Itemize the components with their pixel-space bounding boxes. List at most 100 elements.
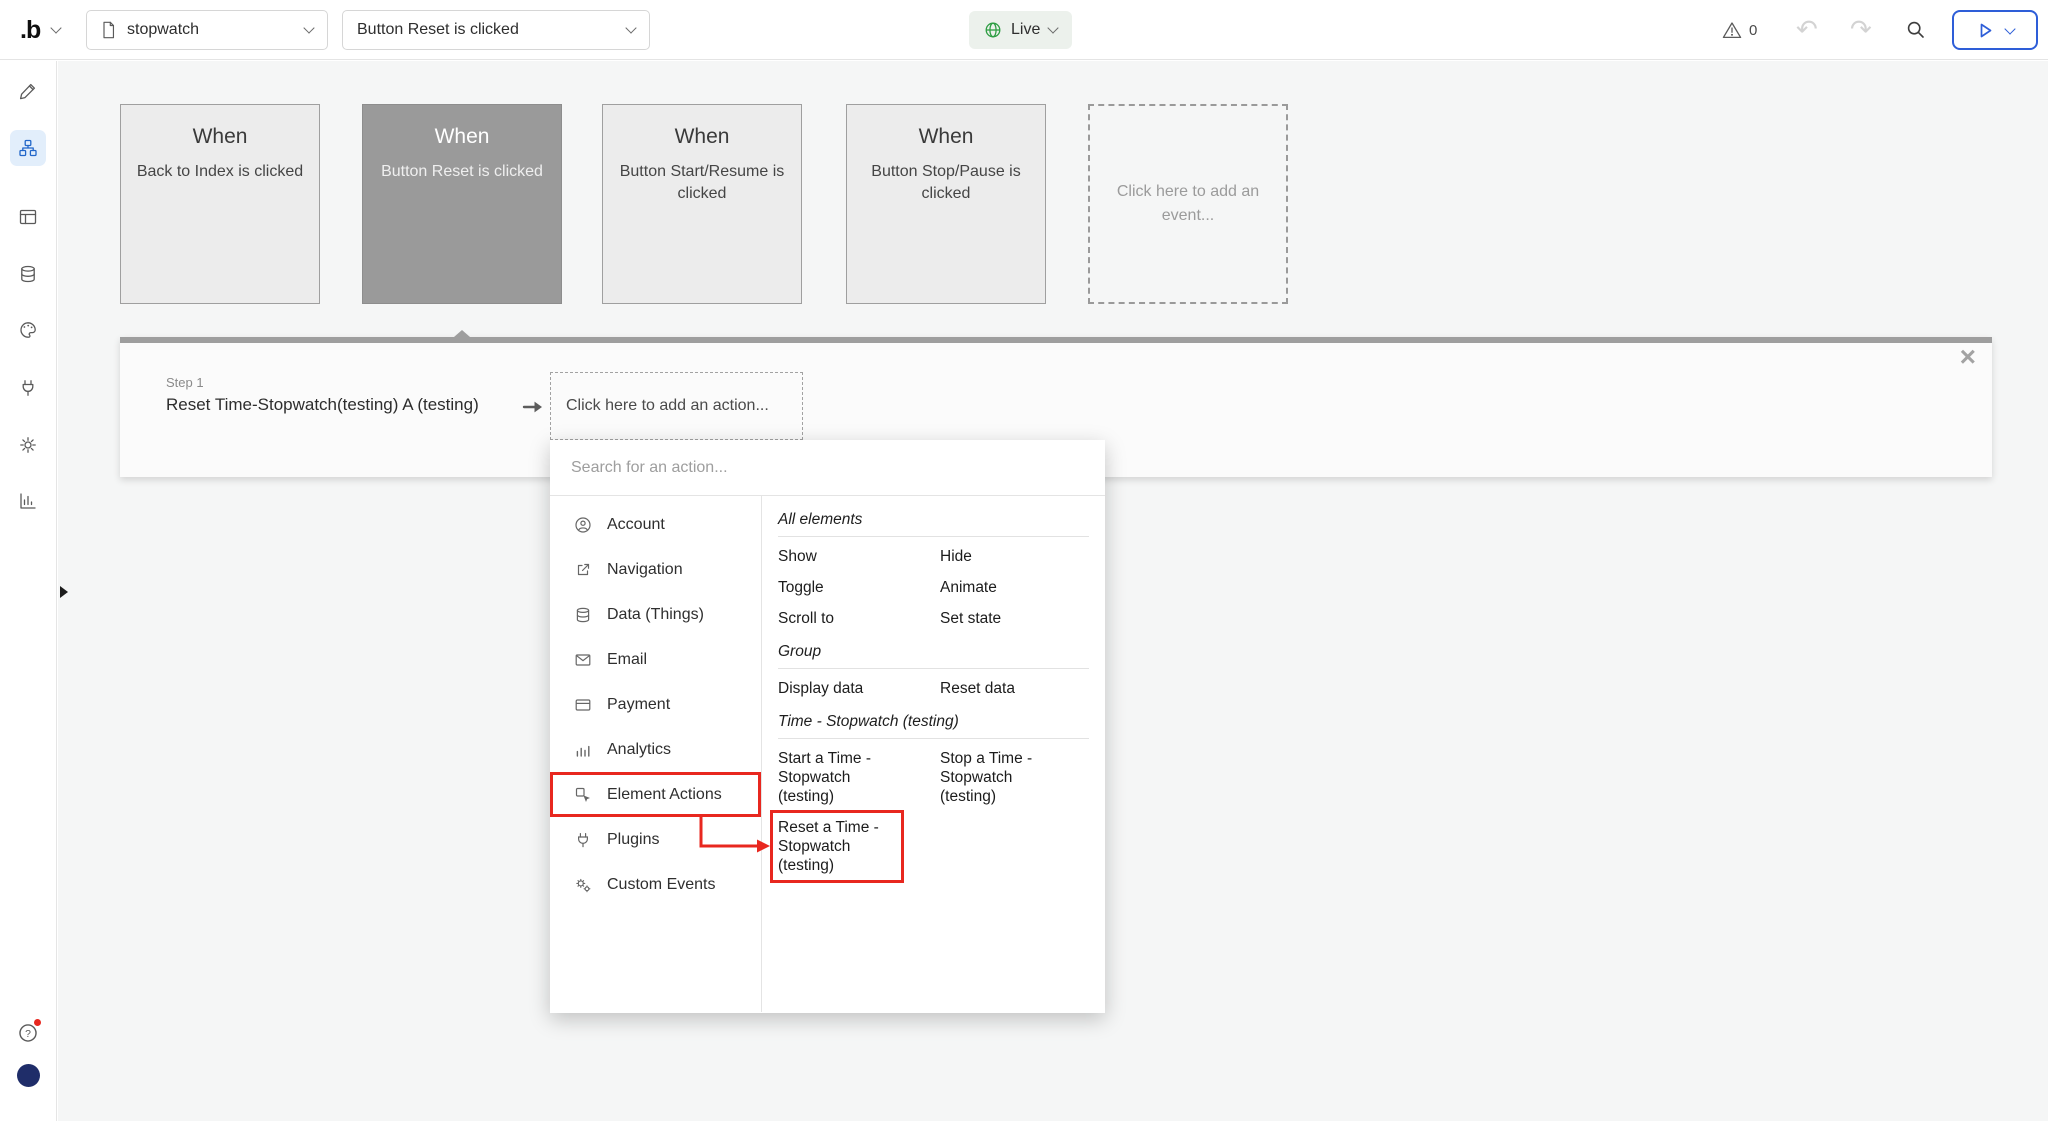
- email-icon: [574, 651, 592, 669]
- layout-icon: [18, 207, 38, 227]
- arrow-right-icon: [522, 399, 546, 415]
- action-item-reset-stopwatch[interactable]: Reset a Time - Stopwatch (testing): [778, 818, 896, 875]
- section-header: All elements: [778, 510, 1089, 537]
- action-item-stop-stopwatch[interactable]: Stop a Time - Stopwatch (testing): [940, 749, 1058, 806]
- version-live-selector[interactable]: Live: [969, 11, 1072, 49]
- gear-icon: [18, 435, 38, 455]
- action-item-reset-data[interactable]: Reset data: [940, 679, 1058, 698]
- annotation-arrow: [697, 814, 775, 856]
- chevron-down-icon: [1048, 22, 1059, 33]
- category-label: Payment: [607, 696, 670, 714]
- sidebar-item-logs[interactable]: [10, 483, 46, 519]
- sidebar-item-components[interactable]: [10, 199, 46, 235]
- sidebar-item-styles[interactable]: [10, 312, 46, 348]
- action-item-set-state[interactable]: Set state: [940, 609, 1058, 628]
- workflow-selector-value: Button Reset is clicked: [357, 21, 519, 39]
- play-icon: [1976, 21, 1995, 40]
- redo-button[interactable]: ↷: [1850, 0, 1872, 60]
- undo-button[interactable]: ↶: [1796, 0, 1818, 60]
- section-group: Group Display data Reset data: [778, 642, 1089, 712]
- event-card-title: When: [603, 105, 801, 149]
- warning-icon: [1722, 21, 1742, 39]
- bubble-logo-menu[interactable]: .b: [20, 0, 60, 60]
- palette-icon: [18, 320, 38, 340]
- add-event-label: Click here to add an event...: [1106, 180, 1270, 228]
- event-card-title: When: [847, 105, 1045, 149]
- action-category-data-things[interactable]: Data (Things): [550, 592, 761, 637]
- plug-icon: [574, 831, 592, 849]
- avatar[interactable]: [17, 1064, 40, 1087]
- category-label: Plugins: [607, 831, 659, 849]
- action-category-navigation[interactable]: Navigation: [550, 547, 761, 592]
- section-header: Group: [778, 642, 1089, 669]
- workflow-event-selector[interactable]: Button Reset is clicked: [342, 10, 650, 50]
- action-item-start-stopwatch[interactable]: Start a Time - Stopwatch (testing): [778, 749, 896, 806]
- sidebar-item-data[interactable]: [10, 256, 46, 292]
- action-item-toggle[interactable]: Toggle: [778, 578, 896, 597]
- event-card-subtitle: Button Reset is clicked: [363, 161, 561, 183]
- element-actions-icon: [574, 786, 592, 804]
- left-sidebar: ?: [0, 61, 57, 1121]
- category-label: Analytics: [607, 741, 671, 759]
- navigation-icon: [574, 561, 592, 579]
- action-category-payment[interactable]: Payment: [550, 682, 761, 727]
- add-action-box[interactable]: Click here to add an action...: [550, 372, 803, 440]
- action-picker-menu: Account Navigation Data (Things) Email P: [550, 440, 1105, 1013]
- page-selector-value: stopwatch: [127, 21, 199, 39]
- category-label: Element Actions: [607, 786, 722, 804]
- action-item-show[interactable]: Show: [778, 547, 896, 566]
- category-label: Data (Things): [607, 606, 704, 624]
- issues-count: 0: [1749, 22, 1757, 39]
- event-card[interactable]: When Button Stop/Pause is clicked: [846, 104, 1046, 304]
- action-category-custom-events[interactable]: Custom Events: [550, 862, 761, 907]
- event-card-subtitle: Back to Index is clicked: [121, 161, 319, 183]
- event-card-selected[interactable]: When Button Reset is clicked: [362, 104, 562, 304]
- gears-icon: [574, 876, 592, 894]
- sidebar-item-plugins[interactable]: [10, 370, 46, 406]
- workflow-canvas: When Back to Index is clicked When Butto…: [58, 61, 2048, 1121]
- action-item-hide[interactable]: Hide: [940, 547, 1058, 566]
- chart-icon: [18, 491, 38, 511]
- action-category-element-actions[interactable]: Element Actions: [550, 772, 761, 817]
- account-icon: [574, 516, 592, 534]
- action-item-animate[interactable]: Animate: [940, 578, 1058, 597]
- event-card[interactable]: When Back to Index is clicked: [120, 104, 320, 304]
- notification-dot: [34, 1019, 41, 1026]
- action-options: All elements Show Hide Toggle Animate Sc…: [762, 496, 1105, 1012]
- sidebar-item-settings[interactable]: [10, 427, 46, 463]
- panel-scrollbar[interactable]: [120, 337, 1992, 343]
- help-button[interactable]: ?: [10, 1015, 46, 1051]
- category-label: Account: [607, 516, 665, 534]
- sidebar-item-design[interactable]: [10, 73, 46, 109]
- payment-icon: [574, 696, 592, 714]
- action-search-input[interactable]: [550, 459, 1105, 477]
- issues-indicator[interactable]: 0: [1722, 0, 1757, 60]
- chevron-down-icon: [303, 22, 314, 33]
- action-category-analytics[interactable]: Analytics: [550, 727, 761, 772]
- event-card-subtitle: Button Start/Resume is clicked: [603, 161, 801, 205]
- category-label: Email: [607, 651, 647, 669]
- category-label: Custom Events: [607, 876, 715, 894]
- close-icon[interactable]: ×: [1960, 343, 1976, 371]
- database-icon: [574, 606, 592, 624]
- analytics-icon: [574, 741, 592, 759]
- topbar: .b stopwatch Button Reset is clicked Liv…: [0, 0, 2048, 60]
- page-selector[interactable]: stopwatch: [86, 10, 328, 50]
- database-icon: [18, 264, 38, 284]
- sidebar-expand-handle[interactable]: [60, 586, 68, 598]
- page-icon: [101, 21, 116, 39]
- step-title[interactable]: Reset Time-Stopwatch(testing) A (testing…: [166, 395, 479, 415]
- section-all-elements: All elements Show Hide Toggle Animate Sc…: [778, 510, 1089, 642]
- add-event-card[interactable]: Click here to add an event...: [1088, 104, 1288, 304]
- event-card[interactable]: When Button Start/Resume is clicked: [602, 104, 802, 304]
- action-item-scroll-to[interactable]: Scroll to: [778, 609, 896, 628]
- panel-notch: [454, 330, 470, 337]
- event-card-subtitle: Button Stop/Pause is clicked: [847, 161, 1045, 205]
- action-category-account[interactable]: Account: [550, 502, 761, 547]
- preview-button[interactable]: [1952, 10, 2038, 50]
- sidebar-item-workflow[interactable]: [10, 130, 46, 166]
- bubble-logo: .b: [20, 16, 40, 45]
- action-category-email[interactable]: Email: [550, 637, 761, 682]
- action-item-display-data[interactable]: Display data: [778, 679, 896, 698]
- search-button[interactable]: [1906, 20, 1926, 40]
